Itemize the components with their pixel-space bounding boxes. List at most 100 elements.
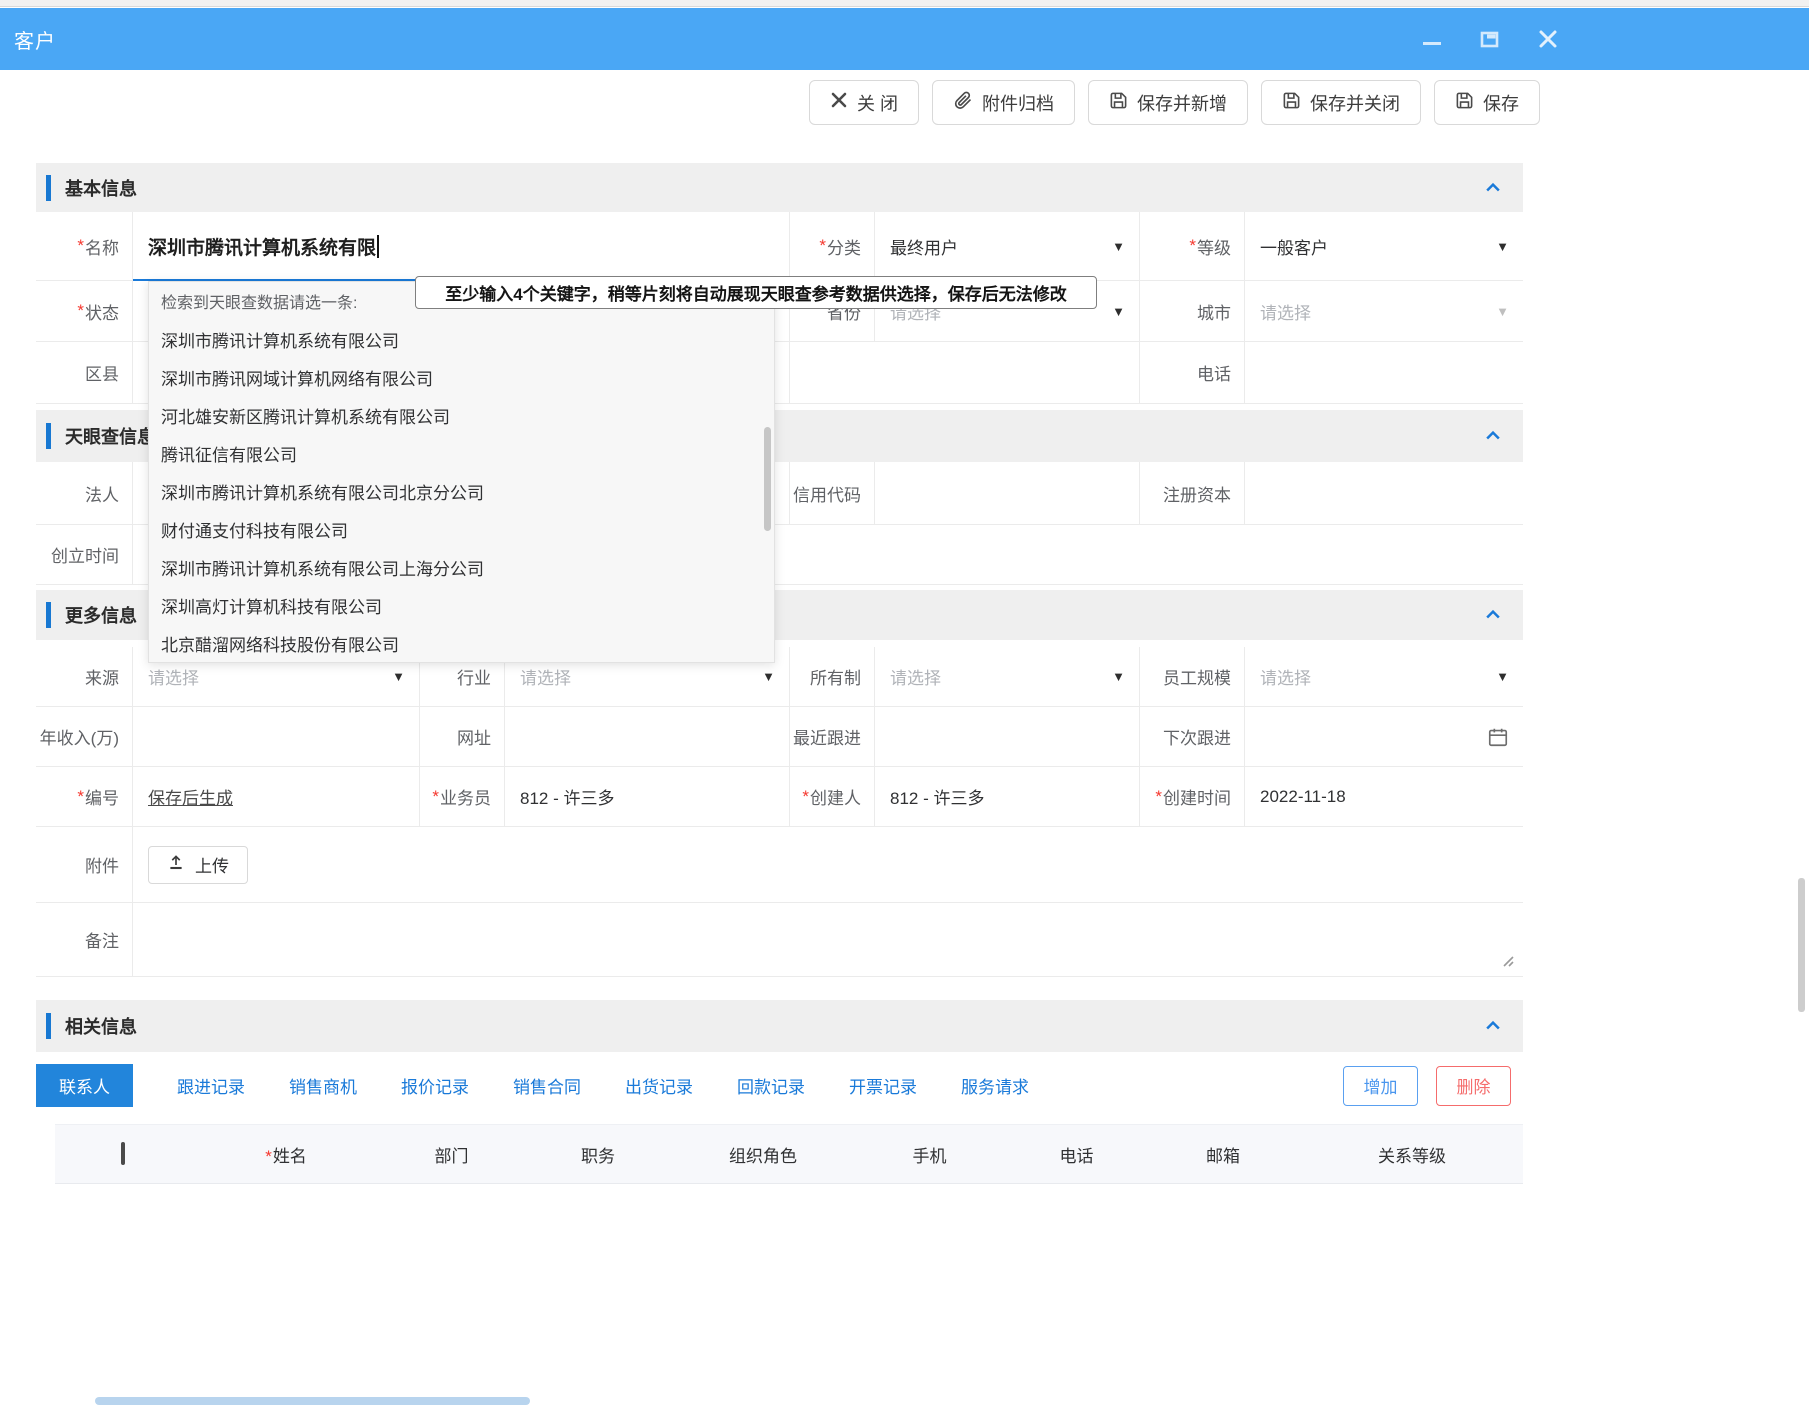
tab-sales-opportunities[interactable]: 销售商机	[289, 1073, 357, 1098]
required-mark: *	[819, 236, 826, 256]
number-label: *编号	[36, 767, 133, 826]
required-mark: *	[432, 787, 439, 807]
remark-label: 备注	[36, 903, 133, 976]
vertical-scrollbar[interactable]	[1798, 878, 1805, 1012]
save-and-new-button[interactable]: 保存并新增	[1088, 80, 1248, 125]
save-button[interactable]: 保存	[1434, 80, 1540, 125]
founded-time-label: 创立时间	[36, 525, 133, 584]
credit-code-input[interactable]	[875, 462, 1140, 524]
save-icon	[1109, 91, 1128, 115]
suggest-item[interactable]: 深圳市腾讯网域计算机网络有限公司	[149, 358, 774, 396]
legal-person-label: 法人	[36, 462, 133, 524]
tab-contacts[interactable]: 联系人	[36, 1064, 133, 1107]
collapse-chevron-icon[interactable]	[1483, 178, 1503, 198]
section-accent-bar	[46, 1013, 51, 1039]
archive-attachment-button[interactable]: 附件归档	[932, 80, 1075, 125]
suggest-item[interactable]: 深圳市腾讯计算机系统有限公司北京分公司	[149, 472, 774, 510]
registered-capital-input[interactable]	[1245, 462, 1523, 524]
city-select[interactable]: 请选择▼	[1245, 281, 1523, 341]
salesman-label: *业务员	[420, 767, 505, 826]
level-label: *等级	[1140, 212, 1245, 280]
phone-input[interactable]	[1245, 342, 1523, 403]
select-all-checkbox[interactable]	[121, 1142, 125, 1165]
required-mark: *	[1189, 236, 1196, 256]
status-label: *状态	[36, 281, 133, 341]
credit-code-label: 信用代码	[790, 462, 875, 524]
horizontal-scrollbar[interactable]	[95, 1397, 530, 1405]
create-time-value: 2022-11-18	[1245, 767, 1523, 826]
section-basic-title: 基本信息	[65, 175, 137, 201]
tab-quotation-records[interactable]: 报价记录	[401, 1073, 469, 1098]
select-all-cell	[55, 1144, 190, 1164]
suggest-item[interactable]: 深圳高灯计算机科技有限公司	[149, 586, 774, 624]
suggest-item[interactable]: 财付通支付科技有限公司	[149, 510, 774, 548]
col-email: 邮箱	[1145, 1142, 1301, 1167]
col-phone: 电话	[1008, 1142, 1145, 1167]
tab-payment-records[interactable]: 回款记录	[737, 1073, 805, 1098]
resize-handle-icon[interactable]	[1499, 952, 1515, 968]
dropdown-arrow-icon: ▼	[1112, 239, 1125, 254]
name-input[interactable]: 深圳市腾讯计算机系统有限	[133, 212, 790, 280]
staff-size-label: 员工规模	[1140, 647, 1245, 706]
salesman-value[interactable]: 812 - 许三多	[505, 767, 790, 826]
archive-attachment-label: 附件归档	[982, 90, 1054, 116]
registered-capital-label: 注册资本	[1140, 462, 1245, 524]
ownership-select[interactable]: 请选择▼	[875, 647, 1140, 706]
ownership-label: 所有制	[790, 647, 875, 706]
add-button[interactable]: 增加	[1343, 1066, 1418, 1106]
close-x-icon	[830, 91, 848, 114]
close-button-label: 关 闭	[857, 90, 898, 116]
collapse-chevron-icon[interactable]	[1483, 605, 1503, 625]
annual-income-input[interactable]	[133, 707, 420, 766]
dropdown-arrow-icon: ▼	[1112, 669, 1125, 684]
tab-shipment-records[interactable]: 出货记录	[625, 1073, 693, 1098]
tab-service-requests[interactable]: 服务请求	[961, 1073, 1029, 1098]
last-follow-input[interactable]	[875, 707, 1140, 766]
last-follow-label: 最近跟进	[790, 707, 875, 766]
tab-invoice-records[interactable]: 开票记录	[849, 1073, 917, 1098]
close-button[interactable]: 关 闭	[809, 80, 919, 125]
toolbar: 关 闭 附件归档 保存并新增 保存并关闭 保存	[869, 80, 1540, 125]
tab-follow-records[interactable]: 跟进记录	[177, 1073, 245, 1098]
suggest-item[interactable]: 河北雄安新区腾讯计算机系统有限公司	[149, 396, 774, 434]
row-number: *编号 保存后生成 *业务员 812 - 许三多 *创建人 812 - 许三多 …	[36, 767, 1523, 827]
tab-sales-contracts[interactable]: 销售合同	[513, 1073, 581, 1098]
save-icon	[1455, 91, 1474, 115]
row-annual-income: 年收入(万) 网址 最近跟进 下次跟进	[36, 707, 1523, 767]
suggest-item[interactable]: 深圳市腾讯计算机系统有限公司上海分公司	[149, 548, 774, 586]
tab-actions: 增加 删除	[1343, 1066, 1511, 1106]
dropdown-arrow-icon: ▼	[1496, 669, 1509, 684]
save-and-close-button[interactable]: 保存并关闭	[1261, 80, 1421, 125]
website-label: 网址	[420, 707, 505, 766]
staff-size-select[interactable]: 请选择▼	[1245, 647, 1523, 706]
website-input[interactable]	[505, 707, 790, 766]
window-top-strip	[0, 0, 1809, 7]
source-label: 来源	[36, 647, 133, 706]
category-select[interactable]: 最终用户▼	[875, 212, 1140, 280]
annual-income-label: 年收入(万)	[36, 707, 133, 766]
level-select[interactable]: 一般客户▼	[1245, 212, 1523, 280]
upload-label: 上传	[195, 852, 229, 877]
save-icon	[1282, 91, 1301, 115]
required-mark: *	[265, 1147, 272, 1166]
suggest-item[interactable]: 北京醋溜网络科技股份有限公司	[149, 624, 774, 662]
collapse-chevron-icon[interactable]	[1483, 1016, 1503, 1036]
save-and-close-label: 保存并关闭	[1310, 90, 1400, 116]
remark-textarea[interactable]	[133, 903, 1523, 976]
upload-button[interactable]: 上传	[148, 846, 248, 884]
section-more-title: 更多信息	[65, 602, 137, 628]
delete-button[interactable]: 删除	[1436, 1066, 1511, 1106]
suggest-item[interactable]: 深圳市腾讯计算机系统有限公司	[149, 320, 774, 358]
suggest-item[interactable]: 腾讯征信有限公司	[149, 434, 774, 472]
collapse-chevron-icon[interactable]	[1483, 426, 1503, 446]
section-accent-bar	[46, 175, 51, 201]
col-org-role: 组织角色	[675, 1142, 851, 1167]
close-icon[interactable]	[1537, 28, 1559, 50]
next-follow-date-input[interactable]	[1245, 707, 1523, 766]
calendar-icon[interactable]	[1487, 726, 1509, 748]
maximize-icon[interactable]	[1479, 28, 1501, 50]
window-titlebar: 客户	[0, 8, 1809, 70]
col-mobile: 手机	[851, 1142, 1008, 1167]
minimize-icon[interactable]	[1421, 28, 1443, 50]
dropdown-scrollbar[interactable]	[764, 427, 771, 531]
